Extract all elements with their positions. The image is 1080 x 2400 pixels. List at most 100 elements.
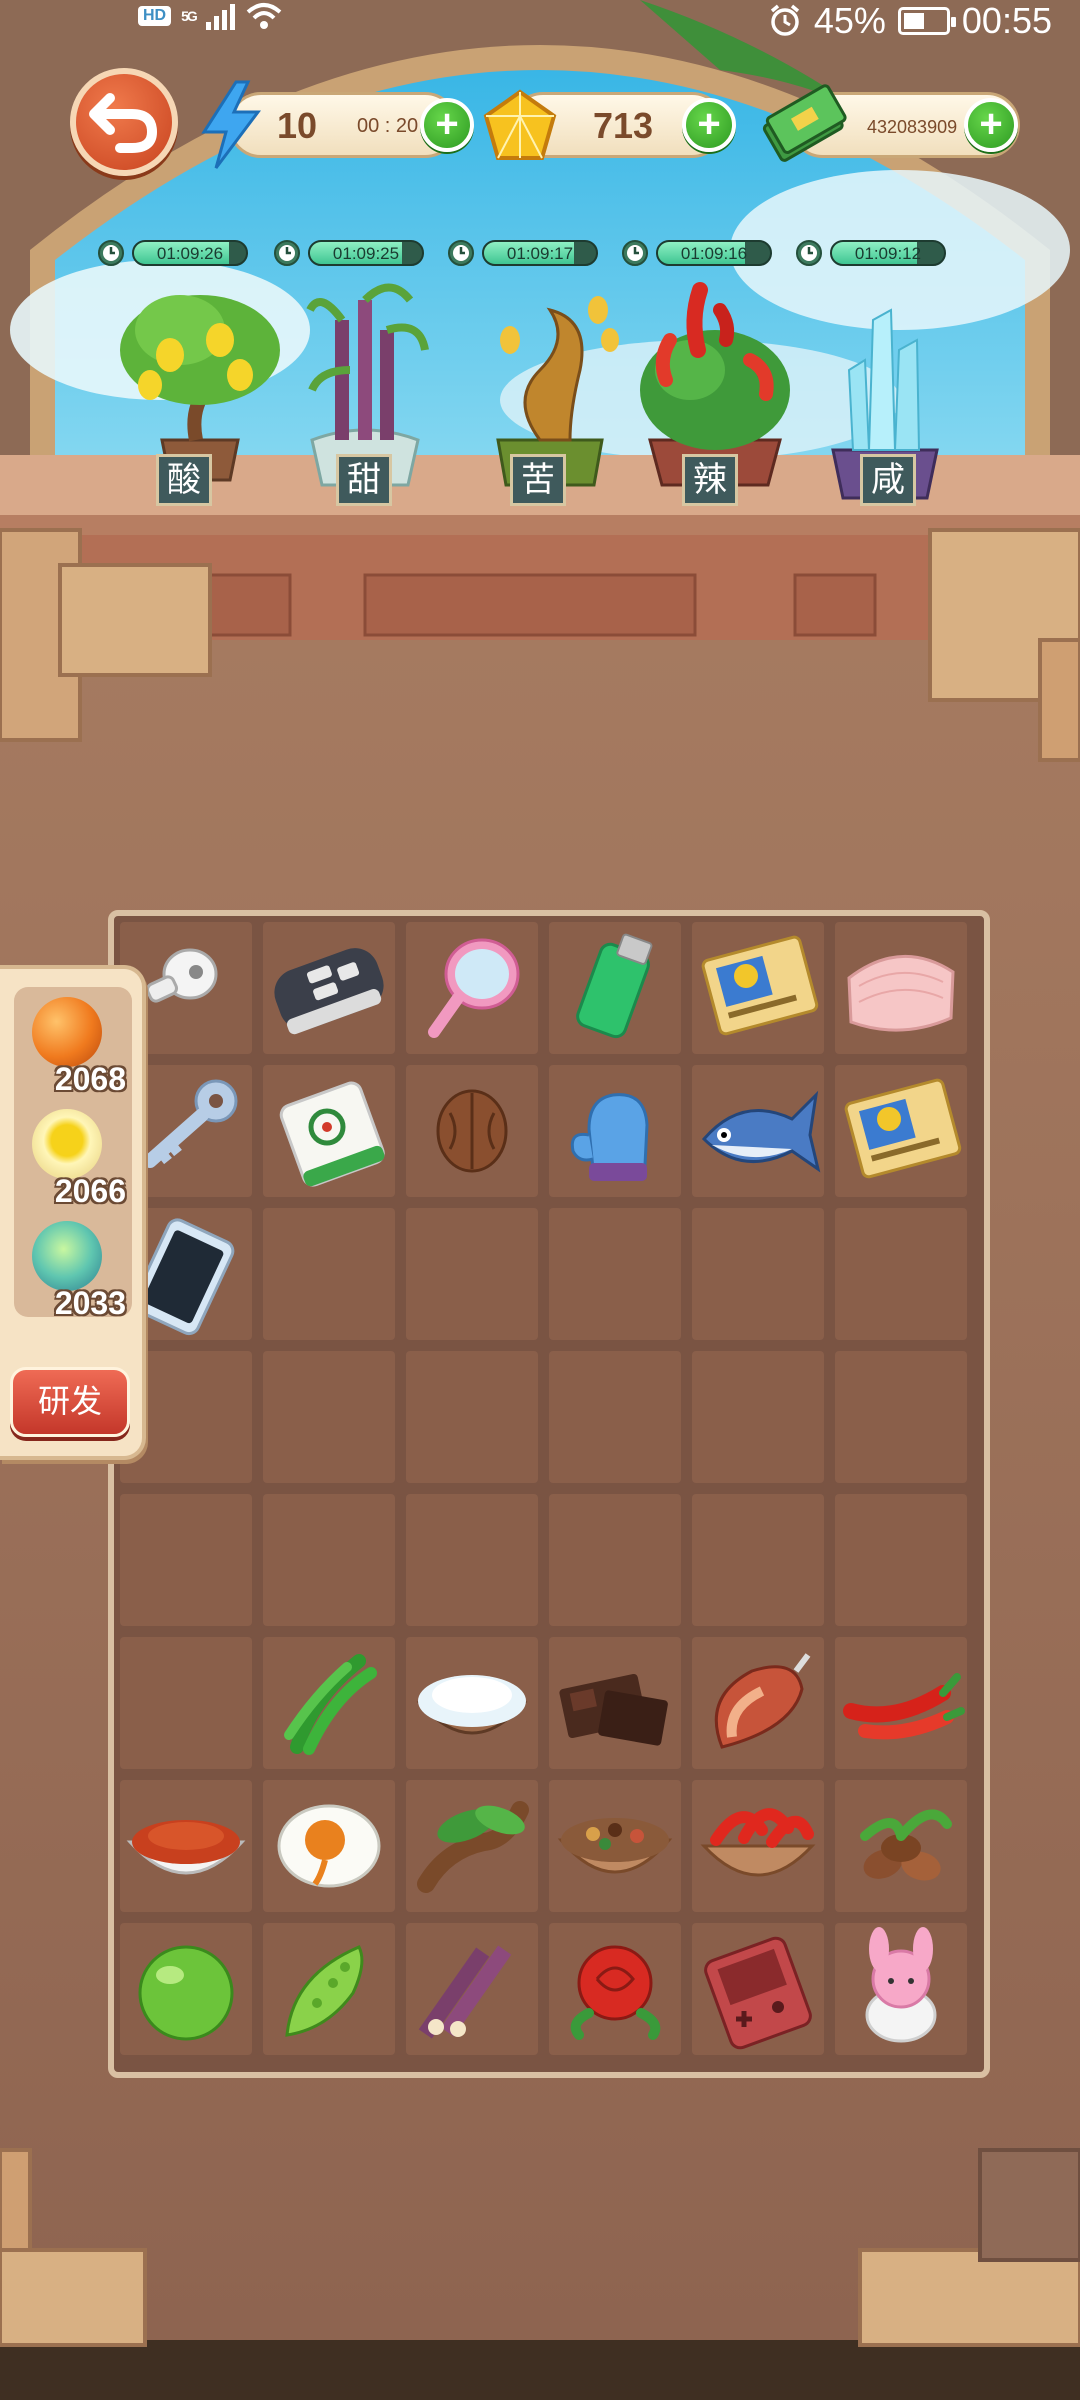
add-gems-button[interactable]: + [682, 98, 736, 152]
board-cell[interactable] [835, 1923, 967, 2055]
board-cell[interactable] [263, 1780, 395, 1912]
orange-orb-count: 2068 [54, 1061, 126, 1097]
plush-toy-icon[interactable] [835, 1923, 967, 2055]
board-cell[interactable] [406, 1780, 538, 1912]
board-cell[interactable] [263, 1208, 395, 1340]
timer-text: 01:09:17 [506, 244, 574, 263]
orange-orb-item[interactable]: 2068 [14, 993, 132, 1103]
trading-card-icon[interactable] [835, 1065, 967, 1197]
chili-bowl-icon[interactable] [692, 1780, 824, 1912]
game-console-icon[interactable] [692, 1923, 824, 2055]
trading-card-icon[interactable] [692, 922, 824, 1054]
chocolate-icon[interactable] [549, 1637, 681, 1769]
research-button[interactable]: 研发 [10, 1367, 130, 1437]
board-cell[interactable] [692, 1065, 824, 1197]
board-cell[interactable] [406, 1637, 538, 1769]
board-cell[interactable] [692, 1351, 824, 1483]
clock-icon [796, 240, 822, 266]
mahjong-tile-icon[interactable] [263, 1065, 395, 1197]
yellow-orb-item[interactable]: 2066 [14, 1105, 132, 1215]
green-orb-item[interactable]: 2033 [14, 1217, 132, 1327]
board-cell[interactable] [692, 1923, 824, 2055]
yellow-orb-count: 2066 [54, 1173, 126, 1209]
green-swirl-orb-icon [32, 1221, 102, 1291]
timer-text: 01:09:12 [854, 244, 922, 263]
tamarind-icon[interactable] [406, 1780, 538, 1912]
board-cell[interactable] [549, 1780, 681, 1912]
board-cell[interactable] [692, 1208, 824, 1340]
timer-sweet: 01:09:25 [272, 236, 424, 270]
car-key-icon[interactable] [263, 922, 395, 1054]
board-cell[interactable] [263, 1923, 395, 2055]
walnut-icon[interactable] [406, 1065, 538, 1197]
board-cell[interactable] [692, 1637, 824, 1769]
board-cell[interactable] [120, 1923, 252, 2055]
green-orb-count: 2033 [54, 1285, 126, 1321]
board-cell[interactable] [263, 922, 395, 1054]
glove-icon[interactable] [549, 1065, 681, 1197]
board-cell[interactable] [406, 922, 538, 1054]
ham-icon[interactable] [692, 1637, 824, 1769]
orange-orb-icon [32, 997, 102, 1067]
board-cell[interactable] [549, 1494, 681, 1626]
coffee-beans-icon[interactable] [835, 1780, 967, 1912]
timer-text: 01:09:26 [156, 244, 224, 263]
plant-label-bitter: 苦 [510, 454, 566, 506]
energy-timer: 00 : 20 [357, 115, 419, 137]
hand-mirror-icon[interactable] [406, 922, 538, 1054]
board-cell[interactable] [120, 1780, 252, 1912]
salt-bowl-icon[interactable] [406, 1637, 538, 1769]
board-cell[interactable] [406, 1351, 538, 1483]
board-cell[interactable] [406, 1065, 538, 1197]
board-cell[interactable] [835, 1637, 967, 1769]
board-cell[interactable] [835, 1351, 967, 1483]
board-cell[interactable] [406, 1494, 538, 1626]
board-cell[interactable] [835, 1494, 967, 1626]
board-cell[interactable] [835, 1065, 967, 1197]
sugarcane-icon[interactable] [406, 1923, 538, 2055]
chili-powder-bowl-icon[interactable] [120, 1780, 252, 1912]
cash-icon [762, 84, 847, 162]
board-cell[interactable] [692, 1494, 824, 1626]
board-cell[interactable] [835, 922, 967, 1054]
board-cell[interactable] [549, 1923, 681, 2055]
board-cell[interactable] [263, 1351, 395, 1483]
clock-icon [622, 240, 648, 266]
bitter-melon-icon[interactable] [263, 1923, 395, 2055]
red-chili-icon[interactable] [835, 1637, 967, 1769]
pink-bag-icon[interactable] [835, 922, 967, 1054]
fish-icon[interactable] [692, 1065, 824, 1197]
board-cell[interactable] [835, 1780, 967, 1912]
battery-icon [897, 7, 956, 35]
board-cell[interactable] [120, 1637, 252, 1769]
board-cell[interactable] [549, 922, 681, 1054]
board-cell[interactable] [263, 1637, 395, 1769]
clock-icon [274, 240, 300, 266]
cash-value: 432083909 [867, 117, 958, 137]
back-button[interactable] [70, 68, 178, 176]
status-bar: HD 5G 45% 00:55 [0, 0, 1080, 41]
salted-egg-icon[interactable] [263, 1780, 395, 1912]
lime-icon[interactable] [120, 1923, 252, 2055]
board-cell[interactable] [549, 1208, 681, 1340]
add-energy-button[interactable]: + [420, 98, 474, 152]
board-cell[interactable] [692, 1780, 824, 1912]
rose-icon[interactable] [549, 1923, 681, 2055]
plant-label-salty: 咸 [860, 454, 916, 506]
board-cell[interactable] [549, 1637, 681, 1769]
green-pepper-icon[interactable] [263, 1637, 395, 1769]
timer-text: 01:09:25 [332, 244, 400, 263]
board-cell[interactable] [120, 1494, 252, 1626]
energy-value: 10 [277, 105, 318, 146]
lighter-icon[interactable] [549, 922, 681, 1054]
board-cell[interactable] [406, 1923, 538, 2055]
board-cell[interactable] [549, 1065, 681, 1197]
board-cell[interactable] [835, 1208, 967, 1340]
spice-bowl-icon[interactable] [549, 1780, 681, 1912]
board-cell[interactable] [406, 1208, 538, 1340]
board-cell[interactable] [549, 1351, 681, 1483]
board-cell[interactable] [692, 922, 824, 1054]
board-cell[interactable] [263, 1494, 395, 1626]
add-cash-button[interactable]: + [964, 98, 1018, 152]
board-cell[interactable] [263, 1065, 395, 1197]
